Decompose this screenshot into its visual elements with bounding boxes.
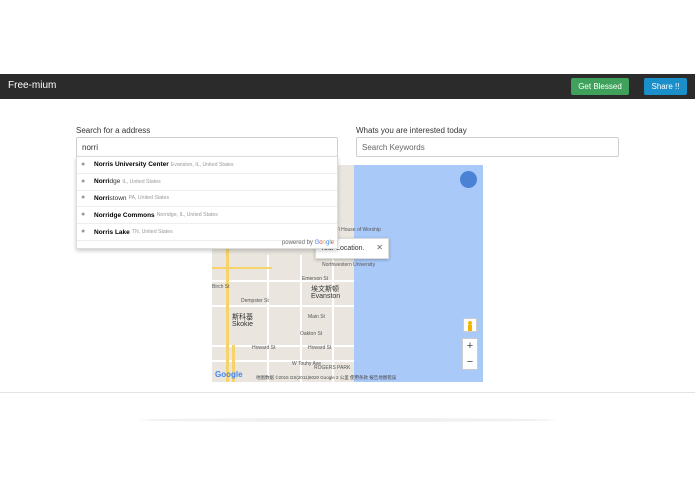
autocomplete-item[interactable]: ● Norri s University Center Evanston, IL,… bbox=[77, 157, 337, 174]
navbar: Free-mium Get Blessed Share !! bbox=[0, 74, 695, 99]
pegman-icon[interactable] bbox=[463, 318, 477, 332]
map-label-dempster: Dempster St bbox=[241, 298, 269, 304]
map-label-northwestern: Northwestern University bbox=[322, 262, 376, 268]
map-label-oakton: Oakton St bbox=[300, 331, 323, 337]
keyword-search-input[interactable]: Search Keywords bbox=[356, 137, 619, 157]
autocomplete-item[interactable]: ● Norri dge IL, United States bbox=[77, 174, 337, 191]
map-label-howard: Howard St bbox=[252, 345, 276, 351]
location-pin-icon: ● bbox=[81, 228, 86, 236]
location-pin-icon: ● bbox=[81, 160, 86, 168]
close-icon[interactable]: ✕ bbox=[376, 243, 383, 252]
autocomplete-item[interactable]: ● Norri s Lake TN, United States bbox=[77, 224, 337, 241]
autocomplete-item[interactable]: ● Norri dge Commons Norridge, IL, United … bbox=[77, 207, 337, 225]
google-map-logo: Google bbox=[215, 370, 243, 379]
location-pin-icon: ● bbox=[81, 194, 86, 202]
map-label-evanston: Evanston bbox=[311, 293, 341, 300]
location-pin-icon: ● bbox=[81, 211, 86, 219]
powered-by-google: powered by Google bbox=[281, 240, 334, 246]
map-label-howard-2: Howard St bbox=[308, 345, 332, 351]
zoom-out-button[interactable]: − bbox=[463, 355, 477, 371]
map-label-birch: Birch St bbox=[212, 284, 230, 290]
brand-logo[interactable]: Free-mium bbox=[8, 80, 56, 91]
bottom-shadow bbox=[140, 418, 555, 422]
address-search-input[interactable]: norri bbox=[76, 137, 338, 157]
share-button[interactable]: Share !! bbox=[644, 78, 687, 95]
zoom-in-button[interactable]: + bbox=[463, 339, 477, 355]
autocomplete-dropdown: ● Norri s University Center Evanston, IL,… bbox=[76, 156, 338, 249]
map-profile-icon[interactable] bbox=[460, 171, 477, 188]
section-divider bbox=[0, 392, 695, 393]
map-label-rogers-park: ROGERS PARK bbox=[314, 365, 351, 371]
get-blessed-button[interactable]: Get Blessed bbox=[571, 78, 629, 95]
map-label-main: Main St bbox=[308, 314, 325, 320]
map-label-emerson: Emerson St bbox=[302, 276, 329, 282]
map-zoom-control: + − bbox=[462, 338, 478, 370]
interest-label: Whats you are interested today bbox=[356, 126, 467, 135]
map-label-skokie: Skokie bbox=[232, 321, 254, 328]
address-label: Search for a address bbox=[76, 126, 151, 135]
autocomplete-item[interactable]: ● Norri stown PA, United States bbox=[77, 191, 337, 208]
map-footer: 地图数据 ©2015 GS(2011)6020 Google 2 公里 使用条款… bbox=[256, 375, 397, 380]
location-pin-icon: ● bbox=[81, 177, 86, 185]
